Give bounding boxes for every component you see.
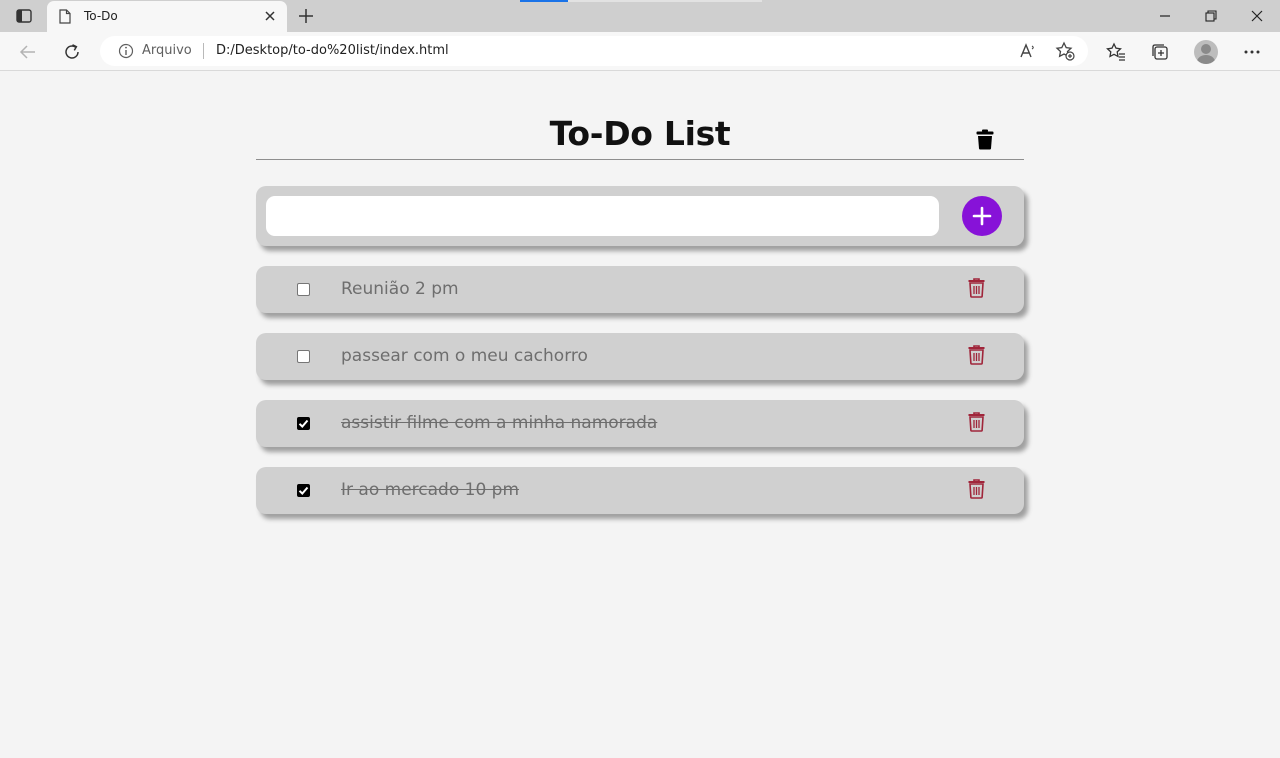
more-horizontal-icon [1244,50,1260,54]
task-checkbox[interactable] [297,417,310,430]
trash-outline-icon [968,278,984,298]
favorites-button[interactable] [1104,40,1128,64]
favorites-icon [1106,42,1125,61]
collections-button[interactable] [1148,40,1172,64]
plus-icon [972,206,992,226]
delete-task-button[interactable] [966,411,986,433]
task-item: Ir ao mercado 10 pm [256,467,1024,514]
read-aloud-icon[interactable] [1019,42,1037,60]
close-icon [1251,10,1263,22]
restore-button[interactable] [1201,6,1221,26]
browser-tab-active[interactable]: To-Do [47,1,287,32]
task-text: passear com o meu cachorro [341,346,588,366]
avatar-head [1201,44,1211,54]
url-bar[interactable]: Arquivo D:/Desktop/to-do%20list/index.ht… [100,36,1088,66]
task-text: Ir ao mercado 10 pm [341,480,520,500]
minimize-button[interactable] [1155,6,1175,26]
add-favorite-icon[interactable] [1055,41,1075,61]
task-checkbox[interactable] [297,283,310,296]
browser-tab-bar: To-Do [0,0,1280,32]
task-text: Reunião 2 pm [341,279,459,299]
more-options-button[interactable] [1240,40,1264,64]
tab-strip-indicator-track [568,0,762,2]
tab-close-icon[interactable] [263,9,277,23]
tab-title: To-Do [84,9,118,23]
trash-outline-icon [968,345,984,365]
task-item: Reunião 2 pm [256,266,1024,313]
tab-strip-indicator [520,0,568,2]
check-icon [298,486,309,495]
trash-icon [976,129,994,150]
new-task-input[interactable] [266,196,939,236]
new-tab-button[interactable] [296,6,316,26]
restore-icon [1205,10,1217,22]
task-item: passear com o meu cachorro [256,333,1024,380]
tab-actions-icon [16,9,32,23]
url-separator [203,43,204,59]
browser-address-bar: Arquivo D:/Desktop/to-do%20list/index.ht… [0,32,1280,71]
clear-all-button[interactable] [975,129,995,153]
security-label[interactable]: Arquivo [142,43,192,58]
reload-button[interactable] [61,41,83,63]
todo-header: To-Do List [256,110,1024,160]
trash-outline-icon [968,412,984,432]
reload-icon [65,44,79,59]
check-icon [298,419,309,428]
url-text[interactable]: D:/Desktop/to-do%20list/index.html [216,43,449,58]
close-window-button[interactable] [1247,6,1267,26]
delete-task-button[interactable] [966,478,986,500]
tab-actions-button[interactable] [10,6,38,26]
delete-task-button[interactable] [966,344,986,366]
trash-outline-icon [968,479,984,499]
info-icon[interactable] [118,43,134,59]
delete-task-button[interactable] [966,277,986,299]
page-title: To-Do List [549,114,731,153]
back-button[interactable] [17,41,39,63]
task-list: Reunião 2 pm passear com o meu cachorro … [256,266,1024,534]
new-task-form [256,186,1024,246]
plus-icon [299,9,313,23]
add-task-button[interactable] [962,196,1002,236]
task-checkbox[interactable] [297,350,310,363]
profile-avatar[interactable] [1194,40,1218,64]
arrow-left-icon [19,45,35,59]
task-item: assistir filme com a minha namorada [256,400,1024,447]
task-text: assistir filme com a minha namorada [341,413,658,433]
minimize-icon [1160,15,1170,17]
page-icon [59,9,71,24]
avatar-body [1197,55,1215,64]
collections-icon [1152,44,1168,60]
task-checkbox[interactable] [297,484,310,497]
